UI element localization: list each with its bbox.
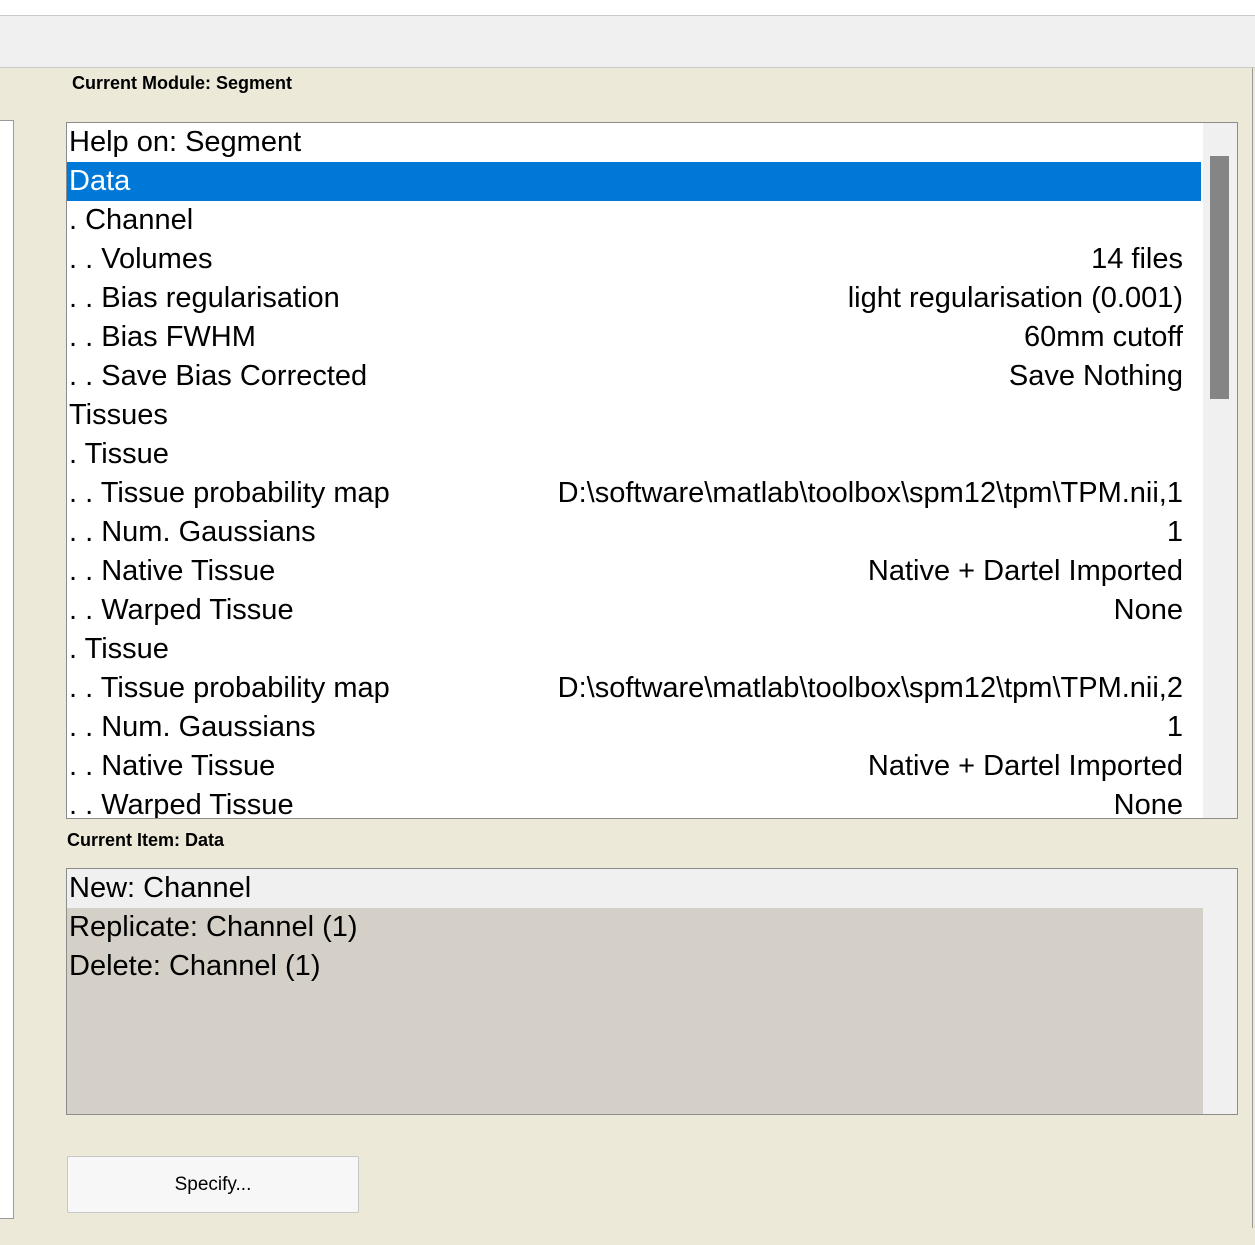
tree-item-value: D:\software\matlab\toolbox\spm12\tpm\TPM… — [557, 672, 1183, 704]
tree-item[interactable]: . . Native Tissue Native + Dartel Importe… — [67, 552, 1201, 591]
tree-item-label: Data — [69, 165, 131, 197]
tree-item[interactable]: . Tissue — [67, 630, 1201, 669]
current-item-option[interactable]: Delete: Channel (1) — [67, 947, 1201, 986]
tree-item-label: . . Num. Gaussians — [69, 516, 316, 548]
tree-item[interactable]: . . Tissue probability map D:\software\ma… — [67, 474, 1201, 513]
tree-item[interactable]: . . Num. Gaussians 1 — [67, 513, 1201, 552]
module-tree-list[interactable]: Help on: Segment Data . Channel . . Volumes… — [66, 122, 1238, 819]
tree-item[interactable]: . . Bias regularisation light regularisat… — [67, 279, 1201, 318]
tree-item-label: . . Tissue probability map — [69, 672, 390, 704]
options-scrollbar[interactable] — [1203, 869, 1237, 1114]
tree-item[interactable]: . . Warped Tissue None — [67, 786, 1201, 819]
tree-item-label: Tissues — [69, 399, 168, 431]
tree-item[interactable]: . . Save Bias Corrected Save Nothing — [67, 357, 1201, 396]
title-strip — [0, 0, 1255, 16]
tree-item[interactable]: . Channel — [67, 201, 1201, 240]
tree-item-label: . Tissue — [69, 438, 169, 470]
tree-scrollbar[interactable] — [1203, 123, 1237, 818]
tree-item[interactable]: Data — [67, 162, 1201, 201]
tree-item-value: 60mm cutoff — [1023, 321, 1183, 353]
tree-item[interactable]: . . Native Tissue Native + Dartel Importe… — [67, 747, 1201, 786]
tree-item-label: . . Warped Tissue — [69, 594, 294, 626]
tree-item-label: . . Warped Tissue — [69, 789, 294, 819]
tree-item-value: Native + Dartel Imported — [867, 555, 1183, 587]
tree-item[interactable]: Help on: Segment — [67, 123, 1201, 162]
current-item-options-list[interactable]: New: Channel Replicate: Channel (1) Delete… — [66, 868, 1238, 1115]
tree-item-label: Help on: Segment — [69, 126, 302, 158]
tree-item-value: D:\software\matlab\toolbox\spm12\tpm\TPM… — [557, 477, 1183, 509]
tree-item-label: . . Save Bias Corrected — [69, 360, 368, 392]
tree-item-value: 1 — [1166, 711, 1183, 743]
specify-button[interactable]: Specify... — [67, 1156, 359, 1213]
tree-item-label: . . Num. Gaussians — [69, 711, 316, 743]
tree-item-value: 1 — [1166, 516, 1183, 548]
tree-item-label: . . Volumes — [69, 243, 213, 275]
current-item-option[interactable]: Replicate: Channel (1) — [67, 908, 1201, 947]
current-item-option-label: Replicate: Channel (1) — [69, 911, 358, 943]
tree-item-value: Native + Dartel Imported — [867, 750, 1183, 782]
tree-item-label: . Tissue — [69, 633, 169, 665]
tree-item[interactable]: Tissues — [67, 396, 1201, 435]
tree-item-label: . . Bias FWHM — [69, 321, 256, 353]
tree-item-label: . . Tissue probability map — [69, 477, 390, 509]
toolbar — [0, 16, 1255, 68]
tree-item-value: None — [1113, 789, 1183, 819]
tree-item[interactable]: . . Tissue probability map D:\software\ma… — [67, 669, 1201, 708]
left-panel-edge — [0, 120, 14, 1219]
tree-item-value: light regularisation (0.001) — [847, 282, 1183, 314]
tree-item-value: 14 files — [1091, 243, 1183, 275]
tree-item-label: . Channel — [69, 204, 194, 236]
current-item-option[interactable]: New: Channel — [67, 869, 1201, 908]
tree-item-value: None — [1113, 594, 1183, 626]
tree-scrollbar-thumb[interactable] — [1210, 156, 1229, 399]
current-item-option-label: New: Channel — [69, 872, 252, 904]
current-module-label: Current Module: Segment — [72, 73, 293, 93]
tree-item[interactable]: . . Volumes 14 files — [67, 240, 1201, 279]
current-item-label: Current Item: Data — [67, 830, 225, 850]
tree-item-value: Save Nothing — [1008, 360, 1183, 392]
tree-item-label: . . Native Tissue — [69, 750, 276, 782]
tree-item[interactable]: . . Bias FWHM 60mm cutoff — [67, 318, 1201, 357]
tree-item[interactable]: . . Num. Gaussians 1 — [67, 708, 1201, 747]
right-window-edge — [1252, 68, 1253, 1228]
tree-item[interactable]: . Tissue — [67, 435, 1201, 474]
tree-item-label: . . Bias regularisation — [69, 282, 340, 314]
current-item-option-label: Delete: Channel (1) — [69, 950, 321, 982]
tree-item[interactable]: . . Warped Tissue None — [67, 591, 1201, 630]
tree-item-label: . . Native Tissue — [69, 555, 276, 587]
